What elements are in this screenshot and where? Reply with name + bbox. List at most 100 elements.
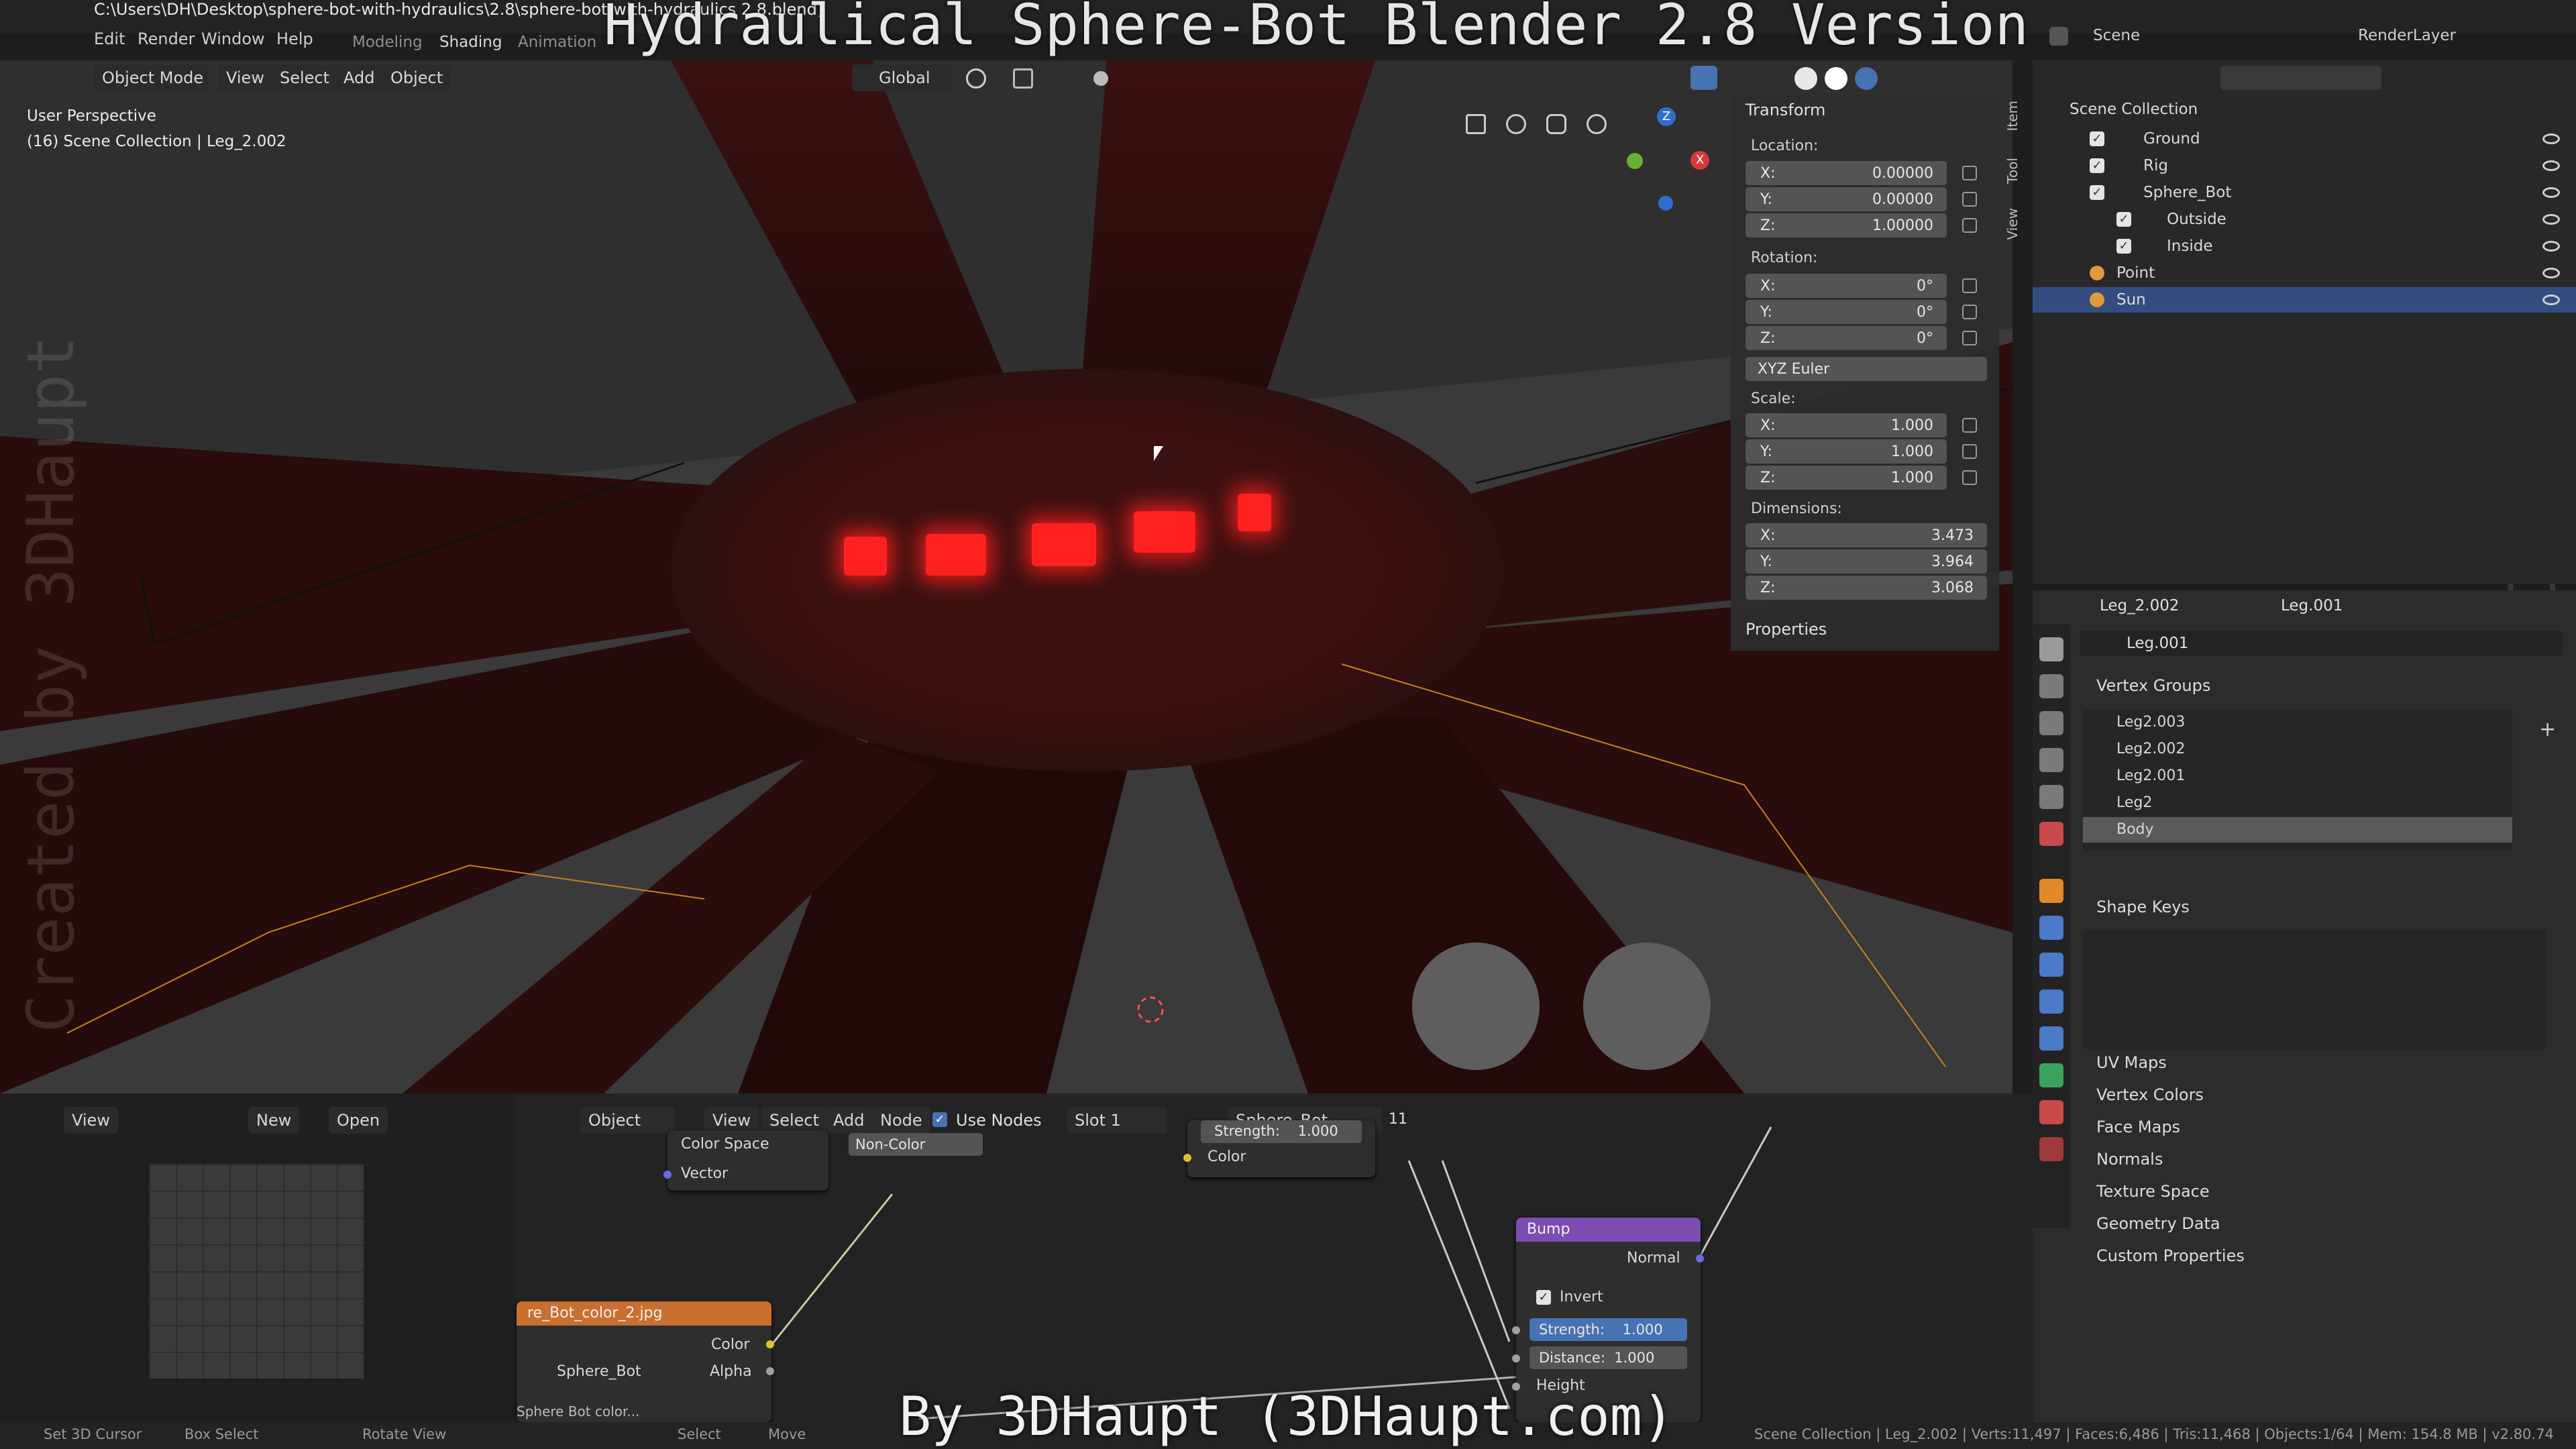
image-node-title[interactable]: re_Bot_color_2.jpg xyxy=(517,1301,771,1326)
viewport-menu-add[interactable]: Add xyxy=(335,64,383,91)
vector-input-socket[interactable] xyxy=(663,1171,672,1179)
solid-shading-icon[interactable] xyxy=(1794,67,1817,90)
render-tab-icon[interactable] xyxy=(2039,674,2063,698)
shape-keys-header[interactable]: Shape Keys xyxy=(2096,898,2190,916)
image-texture-node-bottom[interactable]: re_Bot_color_2.jpg Color Alpha Sphere_Bo… xyxy=(517,1301,774,1422)
location-z-field[interactable]: Z: 1.00000 xyxy=(1746,213,1947,237)
view-layer-tab-icon[interactable] xyxy=(2039,748,2063,772)
uv-maps-header[interactable]: UV Maps xyxy=(2096,1053,2167,1072)
eye-icon[interactable] xyxy=(2542,187,2560,198)
rotation-y-field[interactable]: Y: 0° xyxy=(1746,300,1947,324)
eye-icon[interactable] xyxy=(2542,241,2560,252)
zoom-icon[interactable] xyxy=(1587,114,1607,134)
custom-properties-header[interactable]: Custom Properties xyxy=(2096,1246,2245,1265)
scene-name[interactable]: Scene xyxy=(2093,27,2140,44)
scene-icon[interactable] xyxy=(2049,27,2068,46)
proportional-edit-icon[interactable] xyxy=(1093,71,1108,86)
sidebar-tab-view[interactable]: View xyxy=(2004,208,2021,239)
transform-orientation-dropdown[interactable]: Global xyxy=(852,64,953,91)
dimensions-y-field[interactable]: Y: 3.964 xyxy=(1746,549,1987,574)
texture-tab-icon[interactable] xyxy=(2039,1137,2063,1161)
properties-object-name[interactable]: Leg_2.002 xyxy=(2100,597,2180,614)
checkbox-icon[interactable]: ✓ xyxy=(2116,239,2131,254)
image-editor-view-menu[interactable]: View xyxy=(64,1107,118,1134)
sidebar-tab-tool[interactable]: Tool xyxy=(2004,158,2021,184)
outliner-item-sphere-bot[interactable]: ✓ Sphere_Bot xyxy=(2033,180,2576,205)
checkbox-icon[interactable]: ✓ xyxy=(2090,131,2104,146)
location-x-field[interactable]: X: 0.00000 xyxy=(1746,161,1947,185)
properties-mesh-name[interactable]: Leg.001 xyxy=(2281,597,2343,614)
scale-z-field[interactable]: Z: 1.000 xyxy=(1746,466,1947,490)
transform-header[interactable]: Transform xyxy=(1746,101,1825,119)
eye-icon[interactable] xyxy=(2542,294,2560,305)
3d-viewport[interactable] xyxy=(0,60,2012,1093)
color-output-socket[interactable] xyxy=(766,1340,774,1348)
tab-modeling[interactable]: Modeling xyxy=(352,34,423,51)
alpha-output-socket[interactable] xyxy=(766,1367,774,1375)
mesh-datablock-field[interactable]: Leg.001 xyxy=(2080,631,2563,656)
rotation-mode-dropdown[interactable]: XYZ Euler xyxy=(1746,357,1987,381)
lock-icon[interactable] xyxy=(1962,278,1977,293)
tab-animation[interactable]: Animation xyxy=(518,34,596,51)
mesh-data-tab-icon[interactable] xyxy=(2039,1063,2063,1087)
checkbox-icon[interactable]: ✓ xyxy=(2116,212,2131,227)
object-mode-dropdown[interactable]: Object Mode xyxy=(94,64,208,91)
gizmo-x-axis[interactable]: X xyxy=(1690,151,1709,170)
sidebar-tab-item[interactable]: Item xyxy=(2004,101,2021,131)
outliner-item-inside[interactable]: ✓ Inside xyxy=(2033,233,2576,259)
hand-pan-icon[interactable] xyxy=(1546,114,1566,134)
viewport-menu-view[interactable]: View xyxy=(218,64,272,91)
strength-input-socket[interactable] xyxy=(1512,1326,1520,1334)
eye-icon[interactable] xyxy=(2542,160,2560,171)
vertex-colors-header[interactable]: Vertex Colors xyxy=(2096,1085,2204,1104)
image-texture-node[interactable]: Color Space Non-Color Vector xyxy=(663,1130,983,1191)
tool-tab-icon[interactable] xyxy=(2039,637,2063,661)
outliner-item-outside[interactable]: ✓ Outside xyxy=(2033,207,2576,232)
viewport-menu-object[interactable]: Object xyxy=(382,64,451,91)
checkbox-icon[interactable]: ✓ xyxy=(2090,185,2104,200)
eye-icon[interactable] xyxy=(2542,214,2560,225)
gizmo-y-axis[interactable] xyxy=(1627,153,1643,169)
color-mix-node[interactable]: Strength: 1.000 Color xyxy=(1183,1120,1375,1177)
menu-window[interactable]: Window xyxy=(201,30,265,52)
checkbox-icon[interactable]: ✓ xyxy=(2090,158,2104,173)
eye-icon[interactable] xyxy=(2542,268,2560,278)
add-vertex-group-icon[interactable]: + xyxy=(2539,718,2556,741)
outliner-item-point[interactable]: Point xyxy=(2033,260,2576,286)
vertex-group-item[interactable]: Leg2.003 xyxy=(2083,710,2512,735)
vertex-group-item[interactable]: Body xyxy=(2083,817,2512,843)
open-image-button[interactable]: Open xyxy=(329,1107,388,1134)
physics-tab-icon[interactable] xyxy=(2039,989,2063,1014)
outliner-item-rig[interactable]: ✓ Rig xyxy=(2033,153,2576,178)
snap-icon[interactable] xyxy=(1013,68,1033,89)
grid-view-icon[interactable] xyxy=(1466,114,1486,134)
gizmo-toggle-icon[interactable] xyxy=(1690,66,1717,90)
normals-header[interactable]: Normals xyxy=(2096,1150,2163,1169)
particles-tab-icon[interactable] xyxy=(2039,953,2063,977)
scale-x-field[interactable]: X: 1.000 xyxy=(1746,413,1947,437)
bump-distance-field[interactable]: Distance: 1.000 xyxy=(1529,1346,1687,1369)
camera-view-icon[interactable] xyxy=(1506,114,1526,134)
scale-y-field[interactable]: Y: 1.000 xyxy=(1746,439,1947,464)
lock-icon[interactable] xyxy=(1962,444,1977,459)
vertex-group-item[interactable]: Leg2.002 xyxy=(2083,737,2512,762)
viewport-menu-select[interactable]: Select xyxy=(272,64,338,91)
dimensions-x-field[interactable]: X: 3.473 xyxy=(1746,523,1987,547)
view-layer-name[interactable]: RenderLayer xyxy=(2358,27,2456,44)
modifier-tab-icon[interactable] xyxy=(2039,916,2063,940)
properties-subpanel-header[interactable]: Properties xyxy=(1746,620,1827,639)
lock-icon[interactable] xyxy=(1962,218,1977,233)
menu-edit[interactable]: Edit xyxy=(94,30,125,52)
lock-icon[interactable] xyxy=(1962,192,1977,207)
lock-icon[interactable] xyxy=(1962,305,1977,319)
image-file-field[interactable]: Sphere Bot color... xyxy=(517,1403,639,1419)
dimensions-z-field[interactable]: Z: 3.068 xyxy=(1746,576,1987,600)
outliner-item-ground[interactable]: ✓ Ground xyxy=(2033,126,2576,152)
geometry-data-header[interactable]: Geometry Data xyxy=(2096,1214,2220,1233)
vertex-group-item[interactable]: Leg2.001 xyxy=(2083,763,2512,789)
face-maps-header[interactable]: Face Maps xyxy=(2096,1118,2180,1136)
outliner-scene-collection[interactable]: Scene Collection xyxy=(2070,101,2198,126)
strength-field[interactable]: Strength: 1.000 xyxy=(1201,1120,1362,1143)
menu-help[interactable]: Help xyxy=(276,30,313,52)
image-canvas[interactable] xyxy=(149,1164,364,1379)
